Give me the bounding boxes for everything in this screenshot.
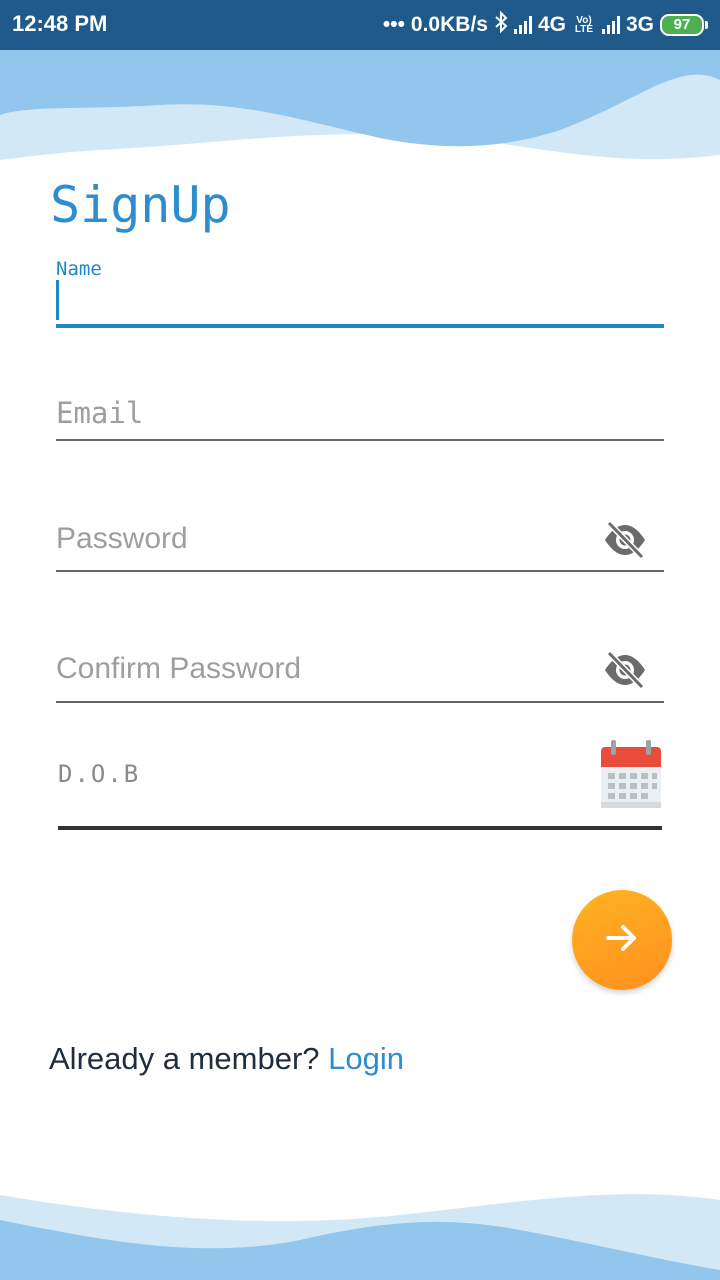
name-underline — [56, 324, 664, 328]
eye-off-icon[interactable] — [602, 650, 648, 690]
name-label: Name — [56, 258, 102, 280]
confirm-password-placeholder: Confirm Password — [56, 652, 302, 685]
status-time: 12:48 PM — [12, 11, 108, 36]
password-field[interactable]: Password — [56, 518, 664, 574]
status-icons: ••• 0.0KB/s 4G Vo) LTE 3G 97 — [382, 10, 708, 39]
login-prompt: Already a member? Login — [49, 1041, 404, 1077]
bottom-wave-decoration — [0, 1194, 720, 1280]
volte-badge: Vo) LTE — [574, 15, 594, 35]
network-type-1: 4G — [537, 13, 566, 36]
password-placeholder: Password — [56, 522, 188, 555]
email-placeholder: Email — [56, 396, 144, 430]
signal-icon-2 — [601, 16, 620, 34]
network-speed: 0.0KB/s — [410, 13, 488, 36]
confirm-password-field[interactable]: Confirm Password — [56, 648, 664, 704]
dob-field[interactable]: D.O.B — [58, 740, 662, 832]
battery-level: 97 — [660, 14, 704, 36]
status-bar: 12:48 PM ••• 0.0KB/s 4G Vo) LTE 3G 97 — [0, 0, 720, 50]
login-link[interactable]: Login — [328, 1041, 404, 1076]
network-type-2: 3G — [625, 13, 654, 36]
email-field[interactable]: Email — [56, 392, 664, 442]
top-wave-decoration — [0, 50, 720, 160]
password-underline — [56, 570, 664, 572]
login-prompt-text: Already a member? — [49, 1041, 320, 1076]
page-title: SignUp — [50, 176, 231, 234]
eye-off-icon[interactable] — [602, 520, 648, 560]
dots-icon: ••• — [382, 13, 405, 36]
signal-icon — [513, 16, 532, 34]
confirm-password-underline — [56, 701, 664, 703]
submit-button[interactable] — [572, 890, 672, 990]
battery-icon: 97 — [660, 14, 708, 36]
dob-placeholder: D.O.B — [58, 760, 141, 788]
name-field[interactable]: Name — [56, 258, 664, 330]
bluetooth-icon — [494, 10, 508, 39]
email-underline — [56, 439, 664, 441]
arrow-right-icon — [602, 918, 642, 962]
calendar-icon[interactable] — [600, 740, 662, 810]
text-cursor — [56, 280, 59, 320]
dob-underline — [58, 826, 662, 830]
